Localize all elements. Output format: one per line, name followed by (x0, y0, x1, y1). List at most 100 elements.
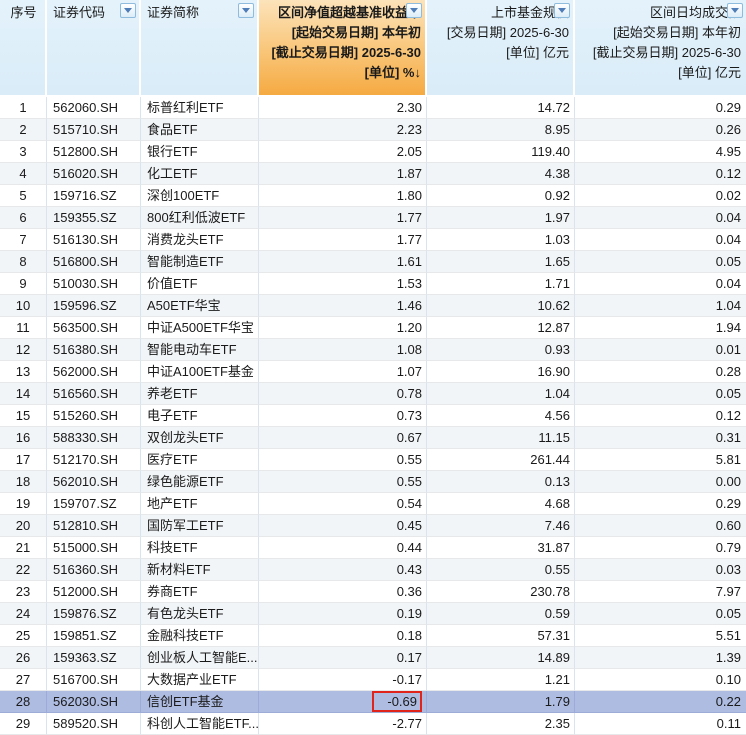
cell-code[interactable]: 515000.SH (47, 537, 141, 559)
cell-name[interactable]: 电子ETF (141, 405, 259, 427)
table-row[interactable]: 8516800.SH智能制造ETF1.611.650.05 (0, 251, 746, 273)
cell-code[interactable]: 512170.SH (47, 449, 141, 471)
cell-avg-turnover[interactable]: 0.05 (575, 603, 746, 625)
cell-excess-return[interactable]: 0.67 (259, 427, 427, 449)
cell-code[interactable]: 562010.SH (47, 471, 141, 493)
table-row[interactable]: 26159363.SZ创业板人工智能E...0.1714.891.39 (0, 647, 746, 669)
cell-name[interactable]: 800红利低波ETF (141, 207, 259, 229)
cell-index[interactable]: 5 (0, 185, 47, 207)
cell-index[interactable]: 8 (0, 251, 47, 273)
cell-excess-return[interactable]: 1.53 (259, 273, 427, 295)
table-row[interactable]: 17512170.SH医疗ETF0.55261.445.81 (0, 449, 746, 471)
cell-fund-scale[interactable]: 1.04 (427, 383, 575, 405)
cell-code[interactable]: 159876.SZ (47, 603, 141, 625)
cell-index[interactable]: 15 (0, 405, 47, 427)
cell-index[interactable]: 18 (0, 471, 47, 493)
cell-avg-turnover[interactable]: 0.02 (575, 185, 746, 207)
cell-code[interactable]: 562030.SH (47, 691, 141, 713)
cell-fund-scale[interactable]: 119.40 (427, 141, 575, 163)
cell-avg-turnover[interactable]: 0.03 (575, 559, 746, 581)
cell-code[interactable]: 562060.SH (47, 97, 141, 119)
table-row[interactable]: 22516360.SH新材料ETF0.430.550.03 (0, 559, 746, 581)
cell-code[interactable]: 159716.SZ (47, 185, 141, 207)
cell-excess-return[interactable]: -2.77 (259, 713, 427, 735)
filter-dropdown-button[interactable] (238, 3, 254, 18)
cell-excess-return[interactable]: -0.69 (259, 691, 427, 713)
table-row[interactable]: 5159716.SZ深创100ETF1.800.920.02 (0, 185, 746, 207)
cell-excess-return[interactable]: 1.61 (259, 251, 427, 273)
cell-code[interactable]: 516800.SH (47, 251, 141, 273)
cell-name[interactable]: 消费龙头ETF (141, 229, 259, 251)
cell-name[interactable]: 券商ETF (141, 581, 259, 603)
cell-code[interactable]: 589520.SH (47, 713, 141, 735)
table-row[interactable]: 18562010.SH绿色能源ETF0.550.130.00 (0, 471, 746, 493)
cell-excess-return[interactable]: 2.30 (259, 97, 427, 119)
cell-code[interactable]: 516130.SH (47, 229, 141, 251)
cell-avg-turnover[interactable]: 7.97 (575, 581, 746, 603)
cell-code[interactable]: 563500.SH (47, 317, 141, 339)
header-index[interactable]: 序号 (0, 0, 47, 97)
cell-fund-scale[interactable]: 2.35 (427, 713, 575, 735)
cell-name[interactable]: 价值ETF (141, 273, 259, 295)
cell-excess-return[interactable]: 0.18 (259, 625, 427, 647)
cell-fund-scale[interactable]: 8.95 (427, 119, 575, 141)
cell-avg-turnover[interactable]: 0.04 (575, 207, 746, 229)
cell-fund-scale[interactable]: 7.46 (427, 515, 575, 537)
cell-avg-turnover[interactable]: 0.04 (575, 229, 746, 251)
cell-index[interactable]: 4 (0, 163, 47, 185)
cell-fund-scale[interactable]: 1.65 (427, 251, 575, 273)
cell-name[interactable]: 地产ETF (141, 493, 259, 515)
cell-excess-return[interactable]: 0.36 (259, 581, 427, 603)
cell-excess-return[interactable]: 0.19 (259, 603, 427, 625)
cell-name[interactable]: 大数据产业ETF (141, 669, 259, 691)
cell-name[interactable]: 标普红利ETF (141, 97, 259, 119)
cell-excess-return[interactable]: 1.46 (259, 295, 427, 317)
cell-excess-return[interactable]: 0.54 (259, 493, 427, 515)
table-row[interactable]: 25159851.SZ金融科技ETF0.1857.315.51 (0, 625, 746, 647)
cell-avg-turnover[interactable]: 4.95 (575, 141, 746, 163)
cell-index[interactable]: 6 (0, 207, 47, 229)
cell-index[interactable]: 11 (0, 317, 47, 339)
cell-index[interactable]: 25 (0, 625, 47, 647)
cell-avg-turnover[interactable]: 0.29 (575, 493, 746, 515)
cell-name[interactable]: 金融科技ETF (141, 625, 259, 647)
cell-name[interactable]: 信创ETF基金 (141, 691, 259, 713)
cell-index[interactable]: 1 (0, 97, 47, 119)
cell-excess-return[interactable]: 0.55 (259, 471, 427, 493)
cell-excess-return[interactable]: 0.73 (259, 405, 427, 427)
cell-index[interactable]: 19 (0, 493, 47, 515)
cell-fund-scale[interactable]: 1.71 (427, 273, 575, 295)
cell-name[interactable]: 双创龙头ETF (141, 427, 259, 449)
cell-fund-scale[interactable]: 1.21 (427, 669, 575, 691)
cell-name[interactable]: 创业板人工智能E... (141, 647, 259, 669)
table-row[interactable]: 15515260.SH电子ETF0.734.560.12 (0, 405, 746, 427)
cell-name[interactable]: 国防军工ETF (141, 515, 259, 537)
cell-avg-turnover[interactable]: 0.22 (575, 691, 746, 713)
table-row[interactable]: 19159707.SZ地产ETF0.544.680.29 (0, 493, 746, 515)
table-row[interactable]: 7516130.SH消费龙头ETF1.771.030.04 (0, 229, 746, 251)
cell-name[interactable]: 养老ETF (141, 383, 259, 405)
cell-index[interactable]: 28 (0, 691, 47, 713)
cell-index[interactable]: 20 (0, 515, 47, 537)
cell-fund-scale[interactable]: 31.87 (427, 537, 575, 559)
header-excess-return[interactable]: 区间净值超越基准收益率[起始交易日期] 本年初[截止交易日期] 2025-6-3… (259, 0, 427, 97)
cell-fund-scale[interactable]: 0.55 (427, 559, 575, 581)
cell-code[interactable]: 516700.SH (47, 669, 141, 691)
header-code[interactable]: 证券代码 (47, 0, 141, 97)
cell-excess-return[interactable]: 0.44 (259, 537, 427, 559)
cell-index[interactable]: 27 (0, 669, 47, 691)
cell-index[interactable]: 21 (0, 537, 47, 559)
cell-name[interactable]: 中证A100ETF基金 (141, 361, 259, 383)
cell-name[interactable]: 新材料ETF (141, 559, 259, 581)
cell-name[interactable]: 化工ETF (141, 163, 259, 185)
cell-code[interactable]: 516560.SH (47, 383, 141, 405)
cell-excess-return[interactable]: 0.17 (259, 647, 427, 669)
header-fund-scale[interactable]: 上市基金规模[交易日期] 2025-6-30[单位] 亿元 (427, 0, 575, 97)
cell-name[interactable]: 科创人工智能ETF... (141, 713, 259, 735)
cell-name[interactable]: 绿色能源ETF (141, 471, 259, 493)
table-row[interactable]: 6159355.SZ800红利低波ETF1.771.970.04 (0, 207, 746, 229)
cell-name[interactable]: 智能制造ETF (141, 251, 259, 273)
cell-excess-return[interactable]: 1.77 (259, 207, 427, 229)
filter-dropdown-button[interactable] (554, 3, 570, 18)
filter-dropdown-button[interactable] (120, 3, 136, 18)
